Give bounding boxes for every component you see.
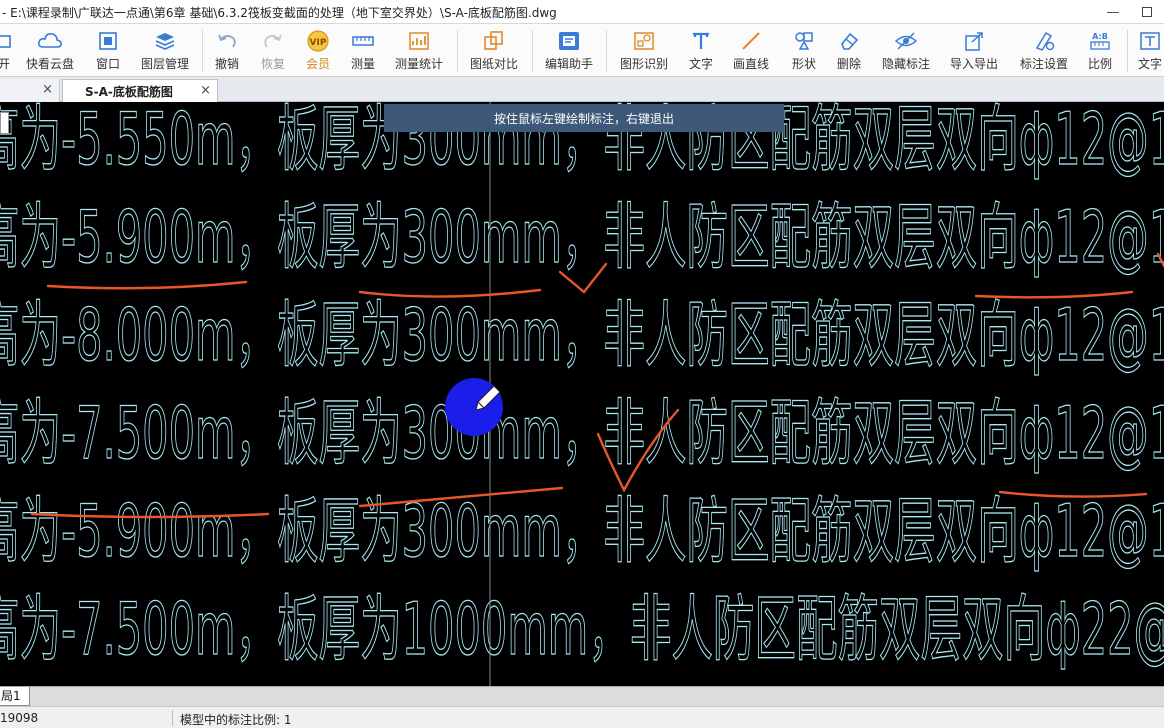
drawing-compare-button[interactable]: 图纸对比 bbox=[467, 24, 521, 77]
document-tab-bar: × S-A-底板配筋图 × bbox=[0, 77, 1164, 102]
annotation-underline bbox=[46, 280, 248, 290]
delete-button[interactable]: 删除 bbox=[834, 24, 864, 77]
cloud-icon bbox=[37, 29, 63, 53]
drawing-text-row: 高为-7.500m，板厚为1000mm，非人防区配筋双层双向ф22@15 bbox=[0, 587, 1164, 671]
tab-previous[interactable]: × bbox=[0, 79, 60, 102]
draw-line-button[interactable]: 画直线 bbox=[731, 24, 771, 77]
import-export-icon bbox=[961, 29, 987, 53]
cloud-disk-button[interactable]: 快看云盘 bbox=[24, 24, 76, 77]
scale-badge-text: A:B bbox=[1092, 32, 1108, 41]
scale-icon: A:B bbox=[1087, 29, 1113, 53]
redo-icon bbox=[260, 29, 286, 53]
shape-recognize-icon bbox=[631, 29, 657, 53]
toolbar-divider bbox=[457, 30, 458, 72]
vip-badge-text: VIP bbox=[310, 38, 327, 48]
close-icon[interactable]: × bbox=[42, 82, 53, 97]
shape-recognize-button[interactable]: 图形识别 bbox=[617, 24, 671, 77]
window-icon bbox=[95, 29, 121, 53]
close-icon[interactable]: × bbox=[200, 83, 211, 98]
compare-icon bbox=[481, 29, 507, 53]
text-tool-button[interactable]: 文字 bbox=[1136, 24, 1164, 77]
shape-button[interactable]: 形状 bbox=[789, 24, 819, 77]
text-icon bbox=[688, 29, 714, 53]
edit-assistant-button[interactable]: 编辑助手 bbox=[542, 24, 596, 77]
annotation-settings-button[interactable]: 标注设置 bbox=[1017, 24, 1071, 77]
vip-button[interactable]: VIP 会员 bbox=[301, 24, 335, 77]
drawing-text-row: 高为-7.500m，板厚为300mm，非人防区配筋双层双向ф12@180 bbox=[0, 391, 1164, 475]
measure-stats-button[interactable]: 测量统计 bbox=[393, 24, 445, 77]
undo-button[interactable]: 撤销 bbox=[210, 24, 244, 77]
toolbar-divider bbox=[606, 30, 607, 72]
window-button[interactable]: 窗口 bbox=[88, 24, 128, 77]
maximize-icon bbox=[1142, 7, 1152, 17]
drawing-text-row: 高为-5.900m，板厚为300mm，非人防区配筋双层双向ф12@180 bbox=[0, 195, 1164, 279]
import-export-button[interactable]: 导入导出 bbox=[947, 24, 1001, 77]
toolbar-divider bbox=[202, 30, 203, 72]
redo-button[interactable]: 恢复 bbox=[256, 24, 290, 77]
scale-button[interactable]: A:B 比例 bbox=[1085, 24, 1115, 77]
tab-label: S-A-底板配筋图 bbox=[85, 84, 173, 99]
toolbar-divider bbox=[532, 30, 533, 72]
ruler-icon bbox=[350, 29, 376, 53]
hide-annotation-button[interactable]: 隐藏标注 bbox=[879, 24, 933, 77]
eraser-icon bbox=[836, 29, 862, 53]
drawing-text-row: 高为-5.900m，板厚为300mm，非人防区配筋双层双向ф12@180 bbox=[0, 489, 1164, 573]
layers-icon bbox=[152, 29, 178, 53]
status-bar: 19098 模型中的标注比例: 1 bbox=[0, 706, 1164, 728]
layout-tab-bar: 局1 bbox=[0, 686, 1164, 706]
drawing-text-row: 高为-8.000m，板厚为300mm，非人防区配筋双层双向ф12@180 bbox=[0, 293, 1164, 377]
drawing-canvas[interactable]: 高为-5.550m，板厚为300mm，非人防区配筋双层双向ф12@180 高为-5… bbox=[0, 102, 1164, 686]
shapes-icon bbox=[791, 29, 817, 53]
text-button[interactable]: 文字 bbox=[686, 24, 716, 77]
undo-icon bbox=[214, 29, 240, 53]
side-panel-handle[interactable] bbox=[0, 112, 9, 134]
layer-manage-button[interactable]: 图层管理 bbox=[138, 24, 192, 77]
coordinate-readout: 19098 bbox=[0, 711, 39, 725]
status-divider bbox=[172, 710, 173, 726]
open-button[interactable]: 开 bbox=[0, 24, 14, 77]
maximize-button[interactable] bbox=[1130, 0, 1164, 24]
cad-drawing[interactable]: 高为-5.550m，板厚为300mm，非人防区配筋双层双向ф12@180高为-5… bbox=[0, 102, 1164, 686]
edit-assistant-icon bbox=[556, 29, 582, 53]
toolbar-divider bbox=[1127, 30, 1128, 72]
vip-icon: VIP bbox=[305, 29, 331, 53]
annotation-settings-icon bbox=[1031, 29, 1057, 53]
hide-annotation-icon bbox=[893, 29, 919, 53]
tab-s-a-floor-rebar[interactable]: S-A-底板配筋图 × bbox=[62, 79, 218, 102]
text-tool-icon bbox=[1137, 29, 1163, 53]
window-title: - E:\课程录制\广联达一点通\第6章 基础\6.3.2筏板变截面的处理（地下… bbox=[2, 6, 557, 20]
drawing-text-rows: 高为-5.550m，板厚为300mm，非人防区配筋双层双向ф12@180高为-5… bbox=[0, 102, 1164, 672]
open-icon bbox=[0, 29, 17, 53]
measure-stats-icon bbox=[406, 29, 432, 53]
title-bar: - E:\课程录制\广联达一点通\第6章 基础\6.3.2筏板变截面的处理（地下… bbox=[0, 0, 1164, 24]
pen-cursor bbox=[445, 378, 503, 436]
tab-layout[interactable]: 局1 bbox=[0, 687, 30, 706]
minimize-icon: — bbox=[1106, 4, 1120, 20]
annotation-scale-readout: 模型中的标注比例: 1 bbox=[180, 713, 292, 727]
draw-annotation-tooltip: 按住鼠标左键绘制标注，右键退出 bbox=[384, 104, 784, 132]
measure-button[interactable]: 测量 bbox=[346, 24, 380, 77]
minimize-button[interactable]: — bbox=[1096, 0, 1130, 24]
line-icon bbox=[738, 29, 764, 53]
main-toolbar: 开 快看云盘 窗口 图层管理 撤销 恢复 VIP 会员 测量 测量统计 图纸对比… bbox=[0, 24, 1164, 77]
